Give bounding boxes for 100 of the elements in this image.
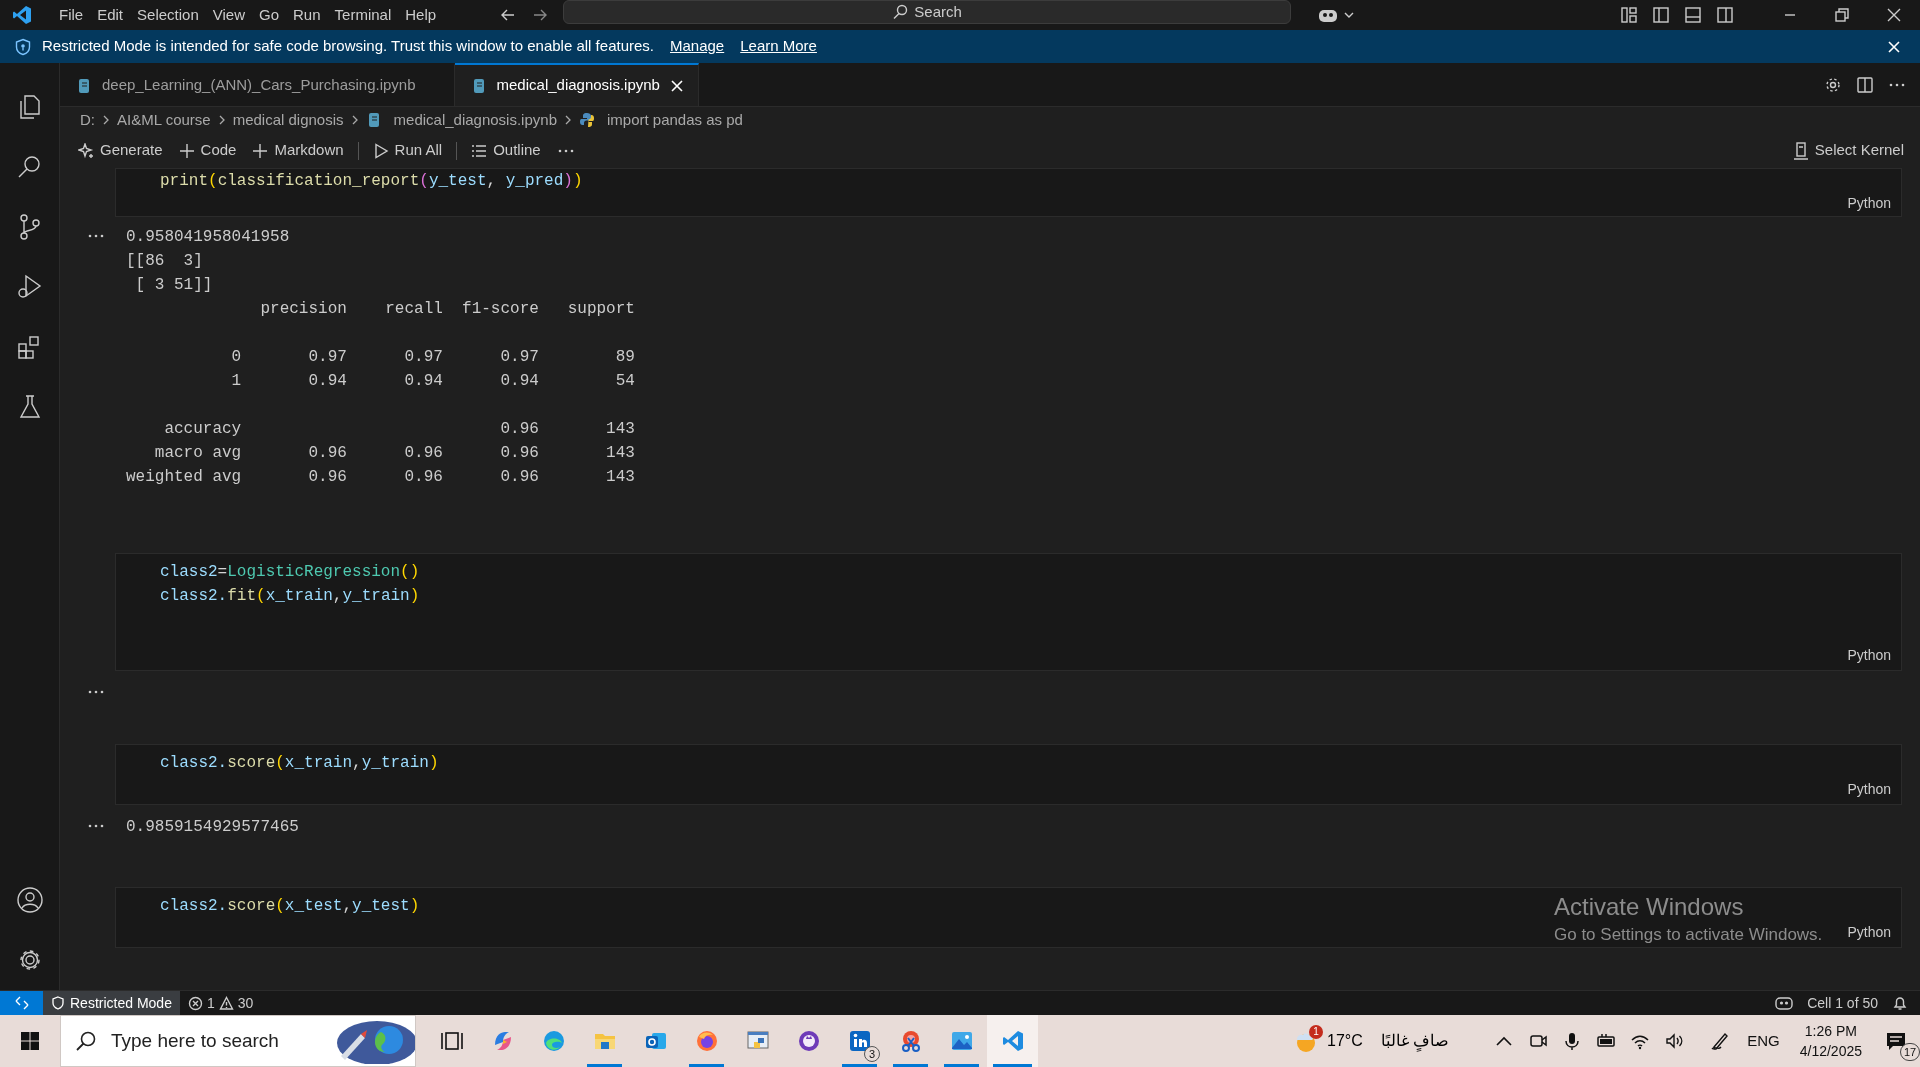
code-token: = [217,563,228,581]
chevron-icon [563,114,573,126]
shield-icon [51,996,65,1010]
code-token: y_train [342,587,410,605]
kernel-button[interactable]: Select Kernel [1786,137,1910,164]
code-token: x_test [284,897,343,915]
code-token: x_train [265,587,333,605]
plus-icon [252,142,269,159]
language-indicator[interactable]: ENG [1737,1015,1790,1067]
split-layout-icon[interactable] [1716,6,1734,24]
activation-title: Activate Windows [1554,892,1745,922]
cell-indicator[interactable]: Cell 1 of 50 [1799,992,1886,1014]
output-line: macro avg 0.96 0.96 0.96 143 [153,443,635,464]
message-icon[interactable] [1885,1031,1907,1051]
panel-toggle-icon[interactable] [1684,6,1702,24]
code-token: classification_report [217,172,420,190]
code-token: fit [227,587,257,605]
language-label[interactable]: Python [1847,193,1891,214]
python-icon [579,112,595,128]
search-field[interactable]: Search [563,0,1292,24]
language-label[interactable]: Python [1847,922,1891,943]
menu-item[interactable]: Edit [90,0,131,30]
menu-item[interactable]: Go [252,0,286,30]
menu-item[interactable]: Terminal [327,0,399,30]
menu-item[interactable]: File [52,0,91,30]
error-icon [187,995,203,1011]
layout-icon[interactable] [1620,6,1638,24]
code-token: ) [572,172,583,190]
toolbar-button[interactable]: Outline [465,137,547,164]
settings-icon[interactable] [1824,75,1842,94]
banner-link[interactable]: Manage [670,35,725,58]
toolbar-button[interactable]: Generate [72,137,169,164]
language-label[interactable]: Python [1847,645,1891,666]
code-token: ) [428,754,439,772]
breadcrumb-item[interactable]: import pandas as pd [607,108,743,132]
taskbar-app[interactable] [987,1015,1038,1067]
split-editor-icon[interactable] [1856,75,1874,94]
bell-icon[interactable] [1892,995,1908,1011]
toolbar-button[interactable]: Markdown [246,137,350,164]
more-icon[interactable] [88,689,104,695]
toolbar-button[interactable]: Run All [366,137,449,164]
breadcrumb-item[interactable]: medical dignosis [232,108,344,132]
warning-icon [218,995,234,1011]
taskbar-app[interactable]: 3 [834,1015,885,1067]
code-token: ) [409,587,420,605]
menu-item[interactable]: View [205,0,252,30]
search-icon [75,1030,97,1052]
toolbar-button[interactable]: Code [172,137,243,164]
chevron-up-icon[interactable] [1495,1035,1514,1047]
clock-button[interactable]: 1:26 PM 4/12/2025 [1789,1021,1872,1061]
windows-logo-icon [20,1031,40,1051]
restore-icon[interactable] [1833,6,1851,24]
code-cell[interactable]: class2=LogisticRegression() class2.fit(x_train,y_train) Python [115,553,1902,671]
breadcrumb-item[interactable]: AI&ML course [117,108,211,132]
code-token: x_train [284,754,353,772]
menu-item[interactable]: Help [398,0,444,30]
alert-badge: 1 [1309,1025,1323,1039]
output-line: 0 0.97 0.97 0.97 89 [230,347,635,368]
count-badge: 3 [864,1046,880,1062]
breadcrumb-item[interactable]: D: [80,108,95,132]
close-icon[interactable] [1885,6,1903,24]
fox-globe-icon [694,1029,719,1053]
code-cell[interactable]: class2.score(x_train,y_train) Python [115,744,1902,805]
editor-tab[interactable]: medical_diagnosis.ipynb [454,63,699,106]
account-icon[interactable] [15,886,44,914]
code-editor-icon [1000,1029,1025,1053]
code-token: ( [275,754,285,772]
server-icon [1792,141,1809,160]
more-icon[interactable] [88,233,104,239]
code-token: ( [275,897,285,915]
code-token: score [227,754,276,772]
wave-circle-icon [541,1029,566,1053]
banner-link[interactable]: Learn More [740,35,817,58]
sidebar-toggle-icon[interactable] [1652,6,1670,24]
restricted-mode-button[interactable]: Restricted Mode [43,990,180,1016]
remote-button[interactable] [0,990,43,1016]
menu-item[interactable]: Selection [130,0,206,30]
code-token: print [160,172,208,190]
output-line: accuracy 0.96 143 [163,419,635,440]
task-view-icon [439,1029,464,1053]
menu-item[interactable]: Run [286,0,328,30]
breadcrumb-item[interactable]: medical_diagnosis.ipynb [393,108,557,132]
close-icon[interactable] [669,78,684,93]
code-token: () [400,563,420,581]
language-label[interactable]: Python [1847,779,1891,800]
robot-icon[interactable] [1775,995,1794,1011]
output-line: 0.9859154929577465 [126,817,299,838]
play-bug-icon[interactable] [15,273,44,301]
code-token: class2. [160,897,228,915]
code-token: class2. [160,587,228,605]
plus-icon [178,142,195,159]
banner-message: Restricted Mode is intended for safe code browsing. Trust this window to enable all features. [42,36,654,57]
close-icon[interactable] [1886,38,1902,55]
more-icon[interactable] [88,823,104,829]
problems-button[interactable]: 1 30 [179,992,262,1014]
taskbar-search-field[interactable]: Type here to search [60,1015,416,1067]
code-token: y_test [352,897,410,915]
code-cell[interactable]: class2.score(x_test,y_test) Activate Windows Go to Settings to activate Windows. Python [115,887,1902,948]
speaker-icon[interactable] [1664,1031,1685,1051]
code-cell[interactable]: print(classification_report(y_test, y_pred)) Python [115,168,1902,217]
